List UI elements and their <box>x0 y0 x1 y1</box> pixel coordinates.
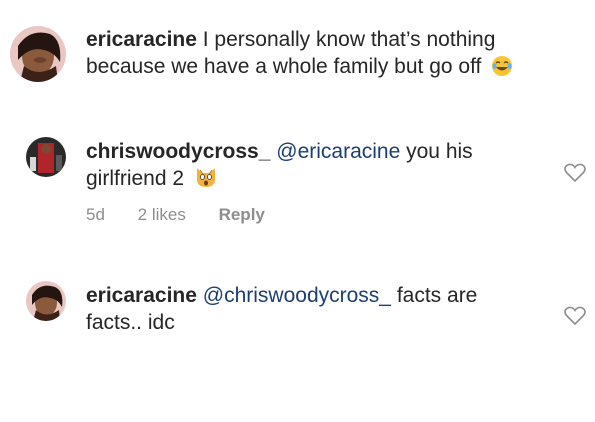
avatar[interactable] <box>10 26 66 82</box>
likes-count[interactable]: 2 likes <box>138 205 186 224</box>
username[interactable]: ericaracine <box>86 284 197 307</box>
face-with-tears-of-joy-icon <box>491 55 513 84</box>
comment-text: ericaracine I personally know that’s not… <box>86 26 566 84</box>
heart-icon[interactable] <box>564 163 586 188</box>
reply-button[interactable]: Reply <box>219 205 265 224</box>
mention-link[interactable]: @chriswoodycross_ <box>203 284 391 307</box>
username[interactable]: ericaracine <box>86 28 197 51</box>
weary-cat-icon <box>194 165 218 196</box>
avatar[interactable] <box>26 281 66 321</box>
timestamp[interactable]: 5d <box>86 205 105 224</box>
heart-icon[interactable] <box>564 306 586 331</box>
mention-link[interactable]: @ericaracine <box>276 140 400 163</box>
avatar[interactable] <box>26 137 66 177</box>
comment-text: ericaracine @chriswoodycross_ facts are … <box>86 282 526 336</box>
username[interactable]: chriswoodycross_ <box>86 140 270 163</box>
comment-text: chriswoodycross_ @ericaracine you his gi… <box>86 138 526 196</box>
comment-meta: 5d 2 likes Reply <box>86 205 293 225</box>
